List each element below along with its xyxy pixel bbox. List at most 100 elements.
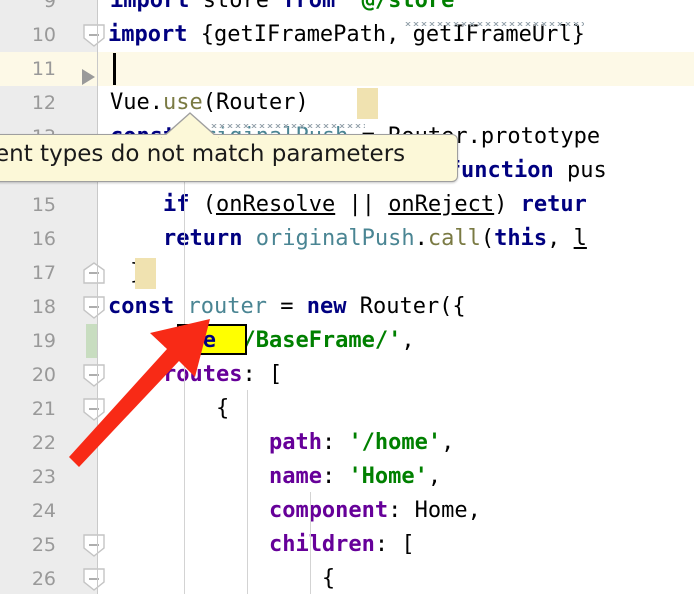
gutter-separator xyxy=(97,562,98,594)
editor-line[interactable]: 20 routes: [ xyxy=(0,358,694,392)
code-token: '/BaseFrame/' xyxy=(229,328,402,353)
editor-line[interactable]: 25 children: [ xyxy=(0,528,694,562)
inspection-tooltip: ent types do not match parameters xyxy=(0,134,458,182)
editor-line[interactable]: 21 { xyxy=(0,392,694,426)
line-number: 20 xyxy=(31,364,56,386)
text-caret xyxy=(113,53,116,85)
run-marker-icon[interactable] xyxy=(82,69,95,85)
editor-gutter[interactable]: 10 xyxy=(0,18,105,52)
editor-line[interactable]: 26 { xyxy=(0,562,694,594)
code-token: : xyxy=(321,430,349,455)
editor-gutter[interactable]: 22 xyxy=(0,426,98,460)
code-fold-toggle-icon[interactable] xyxy=(83,296,105,319)
line-number: 19 xyxy=(31,330,56,352)
code-token: , xyxy=(441,430,455,455)
code-token: from xyxy=(282,0,336,13)
code-token: l xyxy=(573,226,587,251)
editor-gutter[interactable]: 9 xyxy=(0,0,98,18)
editor-line[interactable]: 11 xyxy=(0,52,694,86)
code-fold-toggle-icon[interactable] xyxy=(83,534,105,557)
code-fold-toggle-icon[interactable] xyxy=(83,262,105,285)
code-token: import xyxy=(110,0,190,13)
code-token: '/home' xyxy=(348,430,442,455)
line-number: 11 xyxy=(31,58,56,80)
code-text[interactable]: component: Home, xyxy=(110,494,481,528)
code-token: : Home, xyxy=(388,498,481,523)
code-token: { xyxy=(110,566,336,591)
code-text[interactable]: return originalPush.call(this, l xyxy=(110,222,587,256)
code-text[interactable]: const router = new Router({ xyxy=(108,290,466,324)
editor-line[interactable]: 15 if (onResolve || onReject) retur xyxy=(0,188,694,222)
editor-gutter[interactable]: 24 xyxy=(0,494,98,528)
code-fold-toggle-icon[interactable] xyxy=(83,364,105,387)
editor-line[interactable]: 24 component: Home, xyxy=(0,494,694,528)
code-token: || xyxy=(335,192,389,217)
code-text[interactable]: children: [ xyxy=(110,528,415,562)
editor-line[interactable]: 9 import store from '@/store' xyxy=(0,0,694,18)
line-number: 9 xyxy=(43,0,56,12)
code-text[interactable]: if (onResolve || onReject) retur xyxy=(110,188,587,222)
indent-guide xyxy=(310,492,311,594)
code-text[interactable]: routes: [ xyxy=(110,358,282,392)
code-token: store xyxy=(189,0,283,13)
code-text[interactable]: { xyxy=(110,392,229,426)
editor-line[interactable]: 22 path: '/home', xyxy=(0,426,694,460)
code-token: children xyxy=(268,532,375,557)
code-fold-toggle-icon[interactable] xyxy=(83,398,105,421)
code-text[interactable]: { xyxy=(110,562,335,594)
editor-line[interactable]: 10 import {getIFramePath, getIFrameUrl} xyxy=(0,18,694,52)
code-text[interactable]: name: 'Home', xyxy=(110,460,441,494)
code-token: routes xyxy=(162,362,243,387)
editor-gutter[interactable]: 19 xyxy=(0,324,98,358)
editor-gutter[interactable]: 20 xyxy=(0,358,105,392)
editor-line[interactable]: 12 Vue.use(Router) xyxy=(0,86,694,120)
line-number: 17 xyxy=(31,262,56,284)
gutter-separator xyxy=(97,392,98,426)
editor-gutter[interactable]: 12 xyxy=(0,86,98,120)
editor-gutter[interactable]: 26 xyxy=(0,562,105,594)
brace-match-highlight xyxy=(357,88,378,119)
code-token: . xyxy=(414,226,428,251)
gutter-separator xyxy=(97,290,98,324)
code-token: Router({ xyxy=(346,294,466,319)
editor-gutter[interactable]: 11 xyxy=(0,52,98,86)
editor-line[interactable]: 23 name: 'Home', xyxy=(0,460,694,494)
editor-gutter[interactable]: 21 xyxy=(0,392,105,426)
editor-line[interactable]: 19 base:'/BaseFrame/', xyxy=(0,324,694,358)
code-fold-toggle-icon[interactable] xyxy=(83,568,105,591)
line-number: 18 xyxy=(31,296,56,318)
code-editor[interactable]: 9 import store from '@/store' 10 import {ge… xyxy=(0,0,694,594)
code-token: onReject xyxy=(388,192,495,217)
tooltip-pointer-icon xyxy=(161,112,219,138)
code-token: , xyxy=(547,226,574,251)
line-number: 16 xyxy=(31,228,56,250)
gutter-separator xyxy=(97,358,98,392)
gutter-separator xyxy=(97,188,98,222)
code-text[interactable]: path: '/home', xyxy=(110,426,454,460)
editor-gutter[interactable]: 23 xyxy=(0,460,98,494)
editor-gutter[interactable]: 25 xyxy=(0,528,105,562)
line-number: 26 xyxy=(31,568,56,590)
editor-line[interactable]: 18 const router = new Router({ xyxy=(0,290,694,324)
editor-line[interactable]: 16 return originalPush.call(this, l xyxy=(0,222,694,256)
code-token: ) xyxy=(494,192,521,217)
vcs-change-marker[interactable] xyxy=(86,324,97,358)
editor-gutter[interactable]: 18 xyxy=(0,290,105,324)
code-text[interactable]: base:'/BaseFrame/', xyxy=(110,324,415,358)
editor-gutter[interactable]: 15 xyxy=(0,188,98,222)
editor-gutter[interactable]: 17 xyxy=(0,256,105,290)
gutter-separator xyxy=(97,528,98,562)
editor-line[interactable]: 17} xyxy=(0,256,694,290)
code-text[interactable]: import store from '@/store' xyxy=(110,0,468,18)
code-token: : xyxy=(321,464,349,489)
code-fold-toggle-icon[interactable] xyxy=(83,24,105,47)
editor-gutter[interactable]: 16 xyxy=(0,222,98,256)
line-number: 22 xyxy=(31,432,56,454)
